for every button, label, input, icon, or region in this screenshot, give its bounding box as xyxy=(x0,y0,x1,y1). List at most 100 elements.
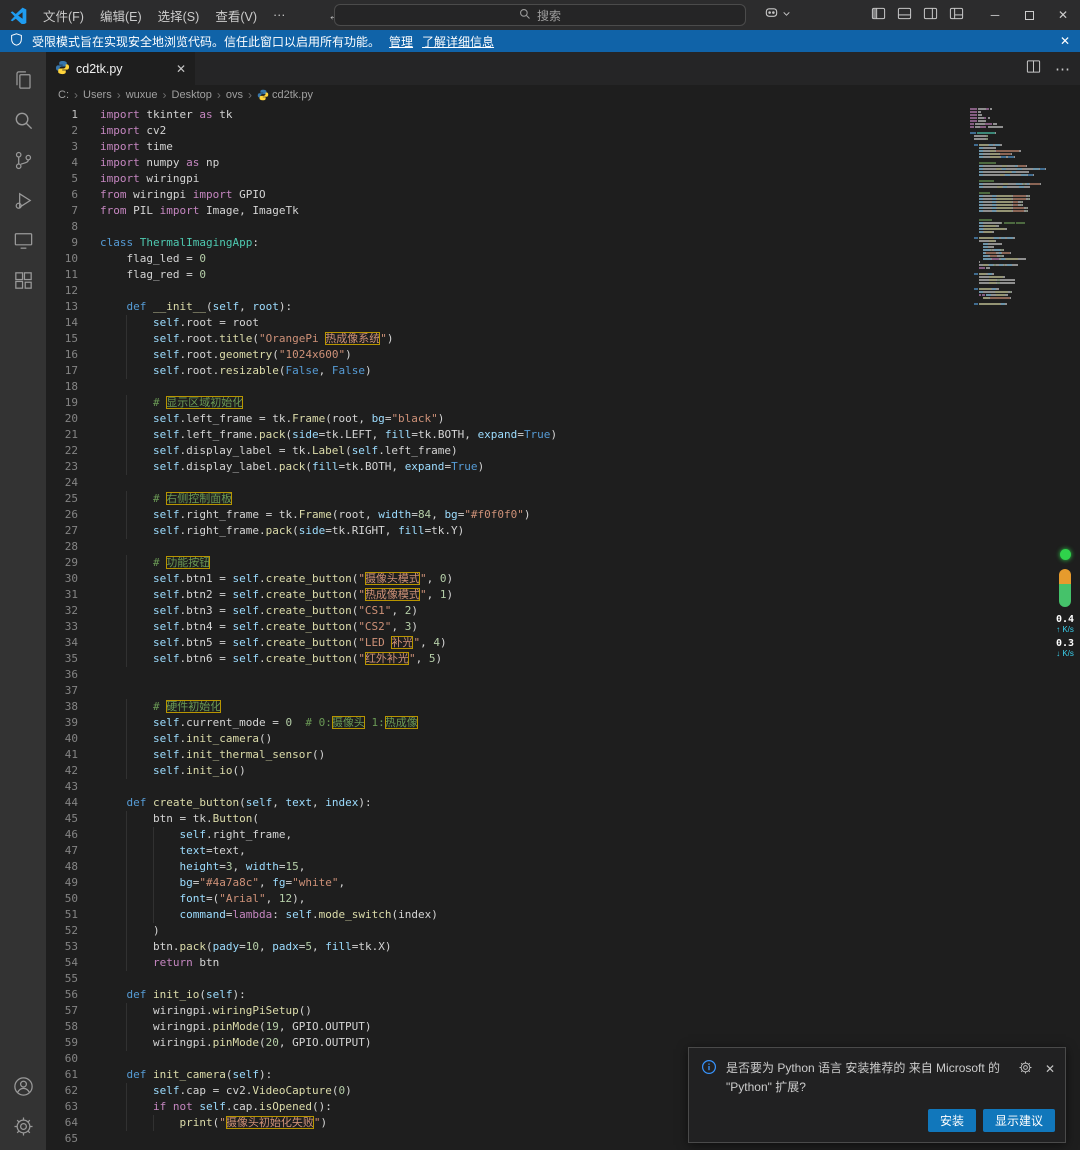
toggle-panel-icon[interactable] xyxy=(897,6,912,24)
install-button[interactable]: 安装 xyxy=(928,1109,976,1132)
code-line[interactable]: self.right_frame, xyxy=(100,827,960,843)
extensions-icon[interactable] xyxy=(0,260,46,300)
code-line[interactable]: # 显示区域初始化 xyxy=(100,395,960,411)
line-number[interactable]: 45 xyxy=(46,811,100,827)
line-number[interactable]: 39 xyxy=(46,715,100,731)
code-line[interactable]: self.left_frame = tk.Frame(root, bg="bla… xyxy=(100,411,960,427)
tab-close-icon[interactable]: ✕ xyxy=(176,62,186,76)
menu-view[interactable]: 查看(V) xyxy=(207,4,265,27)
line-number[interactable]: 21 xyxy=(46,427,100,443)
breadcrumb-wuxue[interactable]: wuxue xyxy=(126,89,158,101)
line-number[interactable]: 8 xyxy=(46,219,100,235)
line-number[interactable]: 40 xyxy=(46,731,100,747)
code-line[interactable]: import tkinter as tk xyxy=(100,107,960,123)
line-number[interactable]: 6 xyxy=(46,187,100,203)
show-recommendation-button[interactable]: 显示建议 xyxy=(983,1109,1055,1132)
toggle-secondary-sidebar-icon[interactable] xyxy=(923,6,938,24)
command-center-search[interactable]: 搜索 xyxy=(334,4,746,26)
line-number[interactable]: 61 xyxy=(46,1067,100,1083)
line-number[interactable]: 18 xyxy=(46,379,100,395)
tab-cd2tk[interactable]: cd2tk.py ✕ xyxy=(46,52,196,85)
line-number[interactable]: 31 xyxy=(46,587,100,603)
code-line[interactable]: from wiringpi import GPIO xyxy=(100,187,960,203)
line-number[interactable]: 2 xyxy=(46,123,100,139)
menu-edit[interactable]: 编辑(E) xyxy=(92,4,150,27)
menu-file[interactable]: 文件(F) xyxy=(35,4,92,27)
code-line[interactable]: self.btn5 = self.create_button("LED 补光",… xyxy=(100,635,960,651)
line-number[interactable]: 60 xyxy=(46,1051,100,1067)
line-number[interactable]: 44 xyxy=(46,795,100,811)
line-number[interactable]: 63 xyxy=(46,1099,100,1115)
code-line[interactable]: from PIL import Image, ImageTk xyxy=(100,203,960,219)
line-number[interactable]: 5 xyxy=(46,171,100,187)
breadcrumb-users[interactable]: Users xyxy=(83,89,112,101)
minimize-button[interactable]: ─ xyxy=(978,0,1012,30)
line-number[interactable]: 29 xyxy=(46,555,100,571)
line-number[interactable]: 51 xyxy=(46,907,100,923)
line-number[interactable]: 17 xyxy=(46,363,100,379)
line-number[interactable]: 34 xyxy=(46,635,100,651)
notification-close-icon[interactable]: ✕ xyxy=(1045,1062,1055,1076)
notification-gear-icon[interactable] xyxy=(1018,1060,1033,1078)
line-number[interactable]: 35 xyxy=(46,651,100,667)
code-line[interactable] xyxy=(100,379,960,395)
code-line[interactable]: import time xyxy=(100,139,960,155)
line-number[interactable]: 53 xyxy=(46,939,100,955)
code-line[interactable] xyxy=(100,539,960,555)
code-line[interactable]: self.root.resizable(False, False) xyxy=(100,363,960,379)
settings-gear-icon[interactable] xyxy=(0,1106,46,1146)
line-number[interactable]: 46 xyxy=(46,827,100,843)
line-number[interactable]: 49 xyxy=(46,875,100,891)
line-number[interactable]: 19 xyxy=(46,395,100,411)
line-number[interactable]: 55 xyxy=(46,971,100,987)
code-line[interactable]: text=text, xyxy=(100,843,960,859)
code-line[interactable]: self.init_camera() xyxy=(100,731,960,747)
code-line[interactable]: self.btn4 = self.create_button("CS2", 3) xyxy=(100,619,960,635)
line-number[interactable]: 25 xyxy=(46,491,100,507)
code-line[interactable]: self.btn1 = self.create_button("摄像头模式", … xyxy=(100,571,960,587)
line-number[interactable]: 33 xyxy=(46,619,100,635)
line-number[interactable]: 62 xyxy=(46,1083,100,1099)
line-number[interactable]: 37 xyxy=(46,683,100,699)
maximize-button[interactable] xyxy=(1012,0,1046,30)
line-number[interactable]: 4 xyxy=(46,155,100,171)
banner-close-icon[interactable]: ✕ xyxy=(1060,34,1070,48)
code-line[interactable] xyxy=(100,971,960,987)
code-line[interactable]: class ThermalImagingApp: xyxy=(100,235,960,251)
line-number[interactable]: 64 xyxy=(46,1115,100,1131)
line-number[interactable]: 30 xyxy=(46,571,100,587)
code-line[interactable]: wiringpi.wiringPiSetup() xyxy=(100,1003,960,1019)
line-number[interactable]: 38 xyxy=(46,699,100,715)
line-number[interactable]: 7 xyxy=(46,203,100,219)
code-line[interactable]: btn.pack(pady=10, padx=5, fill=tk.X) xyxy=(100,939,960,955)
code-line[interactable]: self.display_label = tk.Label(self.left_… xyxy=(100,443,960,459)
code-line[interactable]: self.right_frame = tk.Frame(root, width=… xyxy=(100,507,960,523)
code-line[interactable]: bg="#4a7a8c", fg="white", xyxy=(100,875,960,891)
customize-layout-icon[interactable] xyxy=(949,6,964,24)
line-number[interactable]: 32 xyxy=(46,603,100,619)
line-number[interactable]: 41 xyxy=(46,747,100,763)
line-number[interactable]: 57 xyxy=(46,1003,100,1019)
breadcrumb-ovs[interactable]: ovs xyxy=(226,89,243,101)
search-activity-icon[interactable] xyxy=(0,100,46,140)
line-number[interactable]: 52 xyxy=(46,923,100,939)
code-line[interactable]: self.root = root xyxy=(100,315,960,331)
code-line[interactable]: def init_io(self): xyxy=(100,987,960,1003)
code-line[interactable]: self.right_frame.pack(side=tk.RIGHT, fil… xyxy=(100,523,960,539)
line-number[interactable]: 27 xyxy=(46,523,100,539)
code-line[interactable]: def create_button(self, text, index): xyxy=(100,795,960,811)
breadcrumb-drive[interactable]: C: xyxy=(58,89,69,101)
menu-more[interactable]: ··· xyxy=(265,6,294,24)
code-line[interactable]: wiringpi.pinMode(19, GPIO.OUTPUT) xyxy=(100,1019,960,1035)
code-line[interactable]: self.display_label.pack(fill=tk.BOTH, ex… xyxy=(100,459,960,475)
gutter[interactable]: 1234567891011121314151617181920212223242… xyxy=(46,107,100,1150)
code-line[interactable]: flag_red = 0 xyxy=(100,267,960,283)
line-number[interactable]: 42 xyxy=(46,763,100,779)
code-line[interactable] xyxy=(100,667,960,683)
code-line[interactable]: height=3, width=15, xyxy=(100,859,960,875)
code-line[interactable]: # 硬件初始化 xyxy=(100,699,960,715)
code-line[interactable] xyxy=(100,475,960,491)
line-number[interactable]: 50 xyxy=(46,891,100,907)
line-number[interactable]: 12 xyxy=(46,283,100,299)
line-number[interactable]: 15 xyxy=(46,331,100,347)
